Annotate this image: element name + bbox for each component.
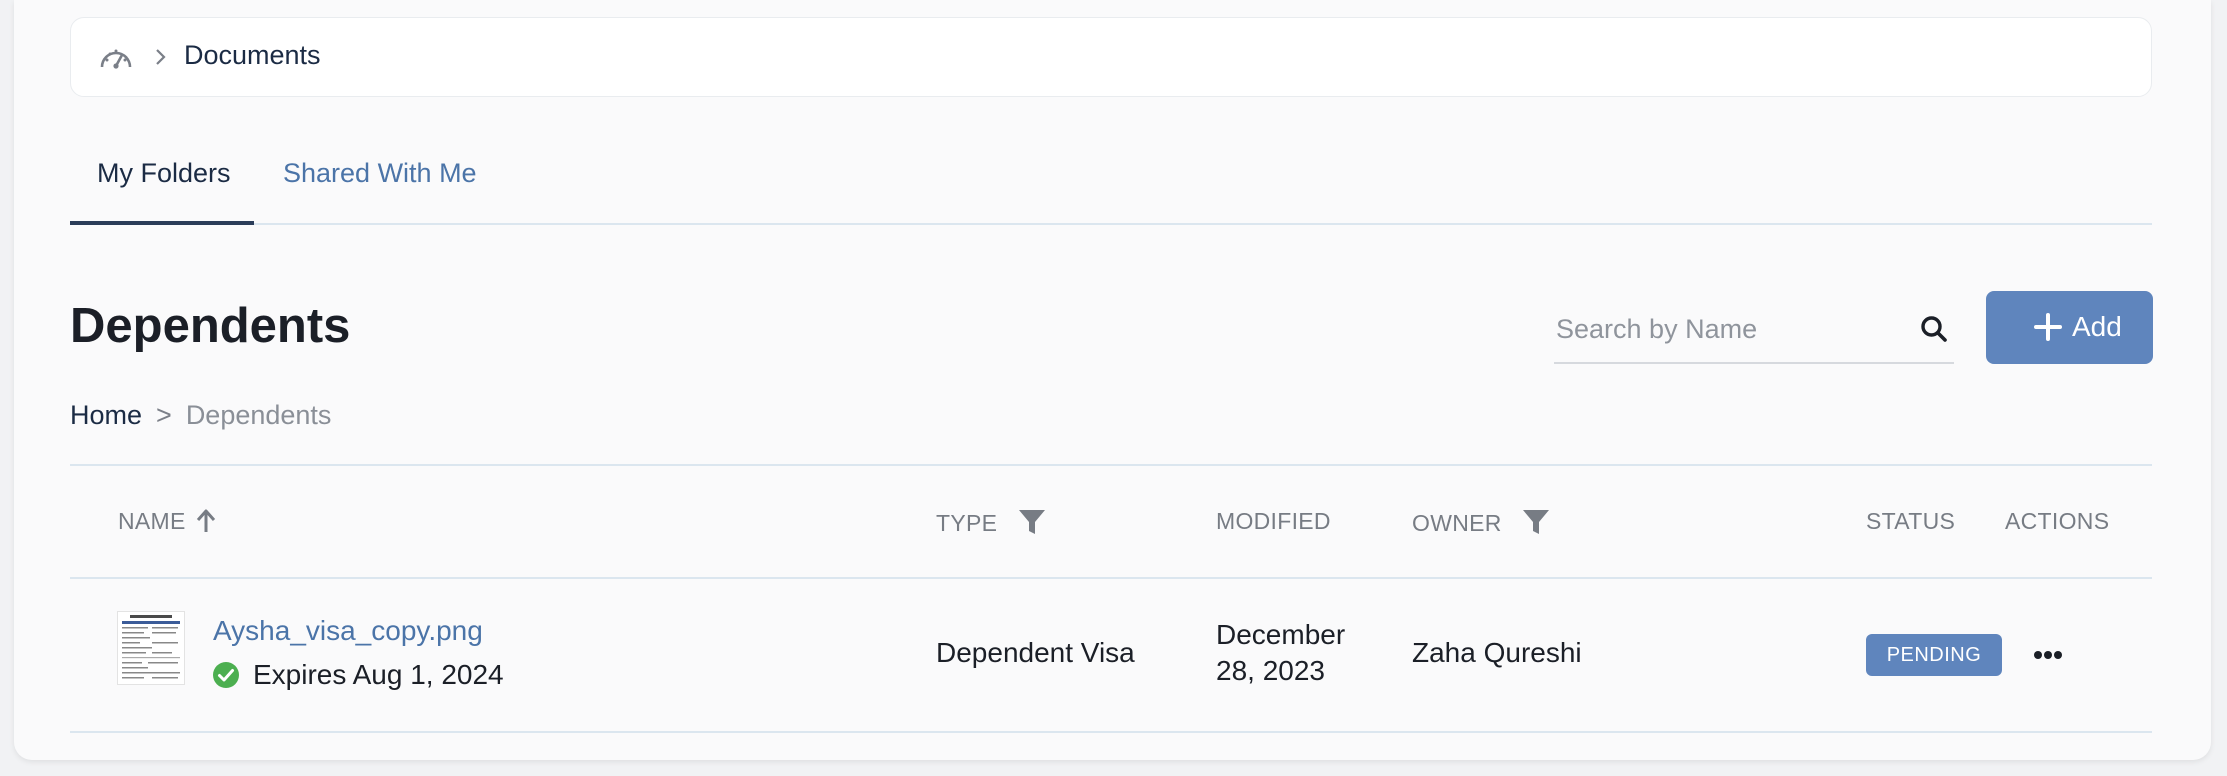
file-name-link[interactable]: Aysha_visa_copy.png (213, 615, 483, 647)
document-preview-icon (118, 612, 184, 684)
expiry-text: Expires Aug 1, 2024 (253, 659, 504, 690)
chevron-right-icon (156, 49, 166, 65)
topbar-title: Documents (184, 40, 321, 70)
column-header-modified: MODIFIED (1216, 508, 1331, 534)
file-thumbnail[interactable] (117, 611, 185, 685)
breadcrumb-separator: > (156, 400, 172, 430)
modified-date-line2: 28, 2023 (1216, 655, 1325, 686)
column-header-status: STATUS (1866, 508, 1956, 534)
add-button[interactable]: Add (1986, 291, 2153, 364)
search-icon[interactable] (1919, 314, 1949, 344)
top-breadcrumb-bar: Documents (70, 17, 2152, 97)
add-button-label: Add (2072, 311, 2122, 342)
active-tab-indicator (70, 221, 254, 225)
column-header-name[interactable]: NAME (118, 508, 186, 535)
filter-icon[interactable] (1522, 508, 1550, 536)
owner-name: Zaha Qureshi (1412, 637, 1582, 668)
table-row[interactable]: Aysha_visa_copy.png Expires Aug 1, 2024 … (70, 579, 2152, 731)
dashboard-gauge-icon[interactable] (99, 43, 133, 71)
filter-icon[interactable] (1018, 508, 1046, 536)
plus-icon (2034, 313, 2062, 341)
search-input[interactable] (1554, 310, 1898, 348)
search-box (1554, 300, 1954, 364)
more-horizontal-icon[interactable] (2028, 635, 2068, 675)
status-badge: PENDING (1866, 634, 2002, 676)
tab-my-folders[interactable]: My Folders (97, 158, 231, 189)
column-header-actions: ACTIONS (2005, 508, 2110, 534)
breadcrumb-current: Dependents (185, 400, 332, 430)
breadcrumb-home[interactable]: Home (70, 400, 142, 430)
document-type: Dependent Visa (936, 637, 1135, 668)
column-header-owner: OWNER (1412, 510, 1502, 536)
page-title: Dependents (70, 299, 351, 353)
table-row-divider (70, 731, 2152, 733)
sort-arrow-up-icon[interactable] (194, 508, 218, 534)
breadcrumb: Home > Dependents (70, 400, 331, 431)
tab-shared-with-me[interactable]: Shared With Me (283, 158, 477, 189)
modified-date-line1: December (1216, 619, 1346, 650)
folder-tabs: My Folders Shared With Me (70, 150, 2152, 225)
check-circle-icon (213, 662, 239, 688)
column-header-type: TYPE (936, 510, 998, 536)
table-top-divider (70, 464, 2152, 466)
